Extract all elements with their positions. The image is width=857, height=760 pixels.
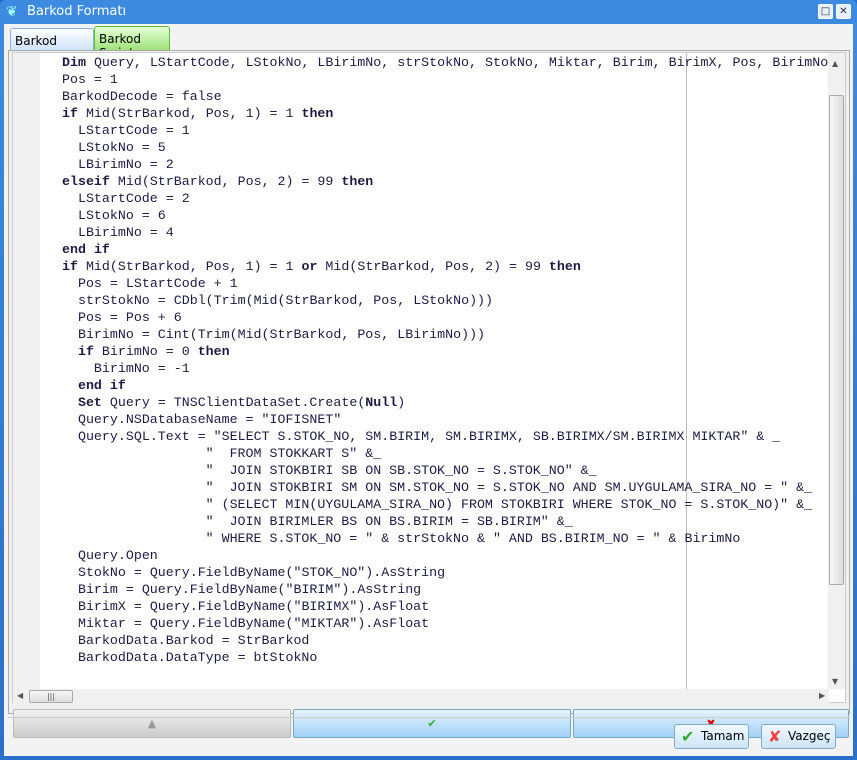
- tab-page: Dim Query, LStartCode, LStokNo, LBirimNo…: [8, 50, 850, 738]
- vertical-scrollbar[interactable]: ▲ ▼: [828, 53, 845, 689]
- close-button[interactable]: ✕: [836, 4, 851, 19]
- code-line: BarkodData.Barkod = StrBarkod: [77, 633, 310, 648]
- code-line: strStokNo = CDbl(Trim(Mid(StrBarkod, Pos…: [77, 293, 494, 308]
- code-line: Query.NSDatabaseName = "IOFISNET": [77, 412, 342, 427]
- code-line: Pos = 1: [62, 72, 118, 87]
- divider: [8, 717, 850, 718]
- code-line: BirimNo = -1: [93, 361, 190, 376]
- ok-label: Tamam: [701, 729, 745, 743]
- code-line: LBirimNo = 2: [77, 157, 174, 172]
- code-line: Pos = Pos + 6: [77, 310, 182, 325]
- horizontal-scrollbar[interactable]: ◀ ||| ▶: [13, 689, 829, 704]
- code-line: Birim = Query.FieldByName("BIRIM").AsStr…: [77, 582, 422, 597]
- dialog-window: ❦ Barkod Formatı □ ✕ Barkod Formatı Bark…: [0, 0, 857, 760]
- code-line: " WHERE S.STOK_NO = " & strStokNo & " AN…: [205, 531, 741, 546]
- code-line: end if: [77, 378, 126, 393]
- code-line: end if: [62, 242, 110, 257]
- dialog-body: Barkod Formatı Barkod Script Dim Query, …: [4, 24, 853, 756]
- code-line: if Mid(StrBarkod, Pos, 1) = 1 then: [62, 106, 334, 121]
- code-line: StokNo = Query.FieldByName("STOK_NO").As…: [77, 565, 446, 580]
- code-line: Pos = LStartCode + 1: [77, 276, 238, 291]
- butterfly-icon: ❦: [6, 4, 18, 20]
- code-line: LStokNo = 5: [77, 140, 166, 155]
- horizontal-scroll-thumb[interactable]: |||: [29, 690, 73, 703]
- scroll-left-icon[interactable]: ◀: [17, 691, 23, 700]
- code-line: LStartCode = 2: [77, 191, 190, 206]
- code-line: LStokNo = 6: [77, 208, 166, 223]
- code-line: " JOIN BIRIMLER BS ON BS.BIRIM = SB.BIRI…: [205, 514, 573, 529]
- maximize-button[interactable]: □: [818, 4, 833, 19]
- code-line: " FROM STOKKART S" &_: [205, 446, 382, 461]
- editor-gutter: [13, 53, 40, 689]
- code-line: Query.SQL.Text = "SELECT S.STOK_NO, SM.B…: [77, 429, 781, 444]
- scroll-right-icon[interactable]: ▶: [819, 691, 825, 700]
- tab-barkod-script[interactable]: Barkod Script: [94, 26, 170, 60]
- code-line: " JOIN STOKBIRI SB ON SB.STOK_NO = S.STO…: [205, 463, 597, 478]
- code-line: if BirimNo = 0 then: [77, 344, 230, 359]
- code-line: BarkodDecode = false: [62, 89, 222, 104]
- code-line: LStartCode = 1: [77, 123, 190, 138]
- title-bar: ❦ Barkod Formatı □ ✕: [0, 0, 857, 24]
- ok-button[interactable]: ✔ Tamam: [674, 724, 749, 749]
- navigator-post-button[interactable]: ✔: [293, 709, 571, 738]
- code-line: if Mid(StrBarkod, Pos, 1) = 1 or Mid(Str…: [62, 259, 581, 274]
- code-line: Dim Query, LStartCode, LStokNo, LBirimNo…: [62, 55, 829, 70]
- script-editor[interactable]: Dim Query, LStartCode, LStokNo, LBirimNo…: [12, 52, 846, 704]
- vertical-scroll-thumb[interactable]: [829, 95, 844, 585]
- scroll-down-icon[interactable]: ▼: [832, 677, 838, 686]
- code-line: " (SELECT MIN(UYGULAMA_SIRA_NO) FROM STO…: [205, 497, 813, 512]
- code-line: elseif Mid(StrBarkod, Pos, 2) = 99 then: [62, 174, 374, 189]
- cancel-button[interactable]: ✘ Vazgeç: [761, 724, 836, 749]
- navigator-prior-button[interactable]: ▲: [13, 709, 291, 738]
- scroll-up-icon[interactable]: ▲: [832, 59, 838, 68]
- code-line: Query.Open: [77, 548, 158, 563]
- code-line: Set Query = TNSClientDataSet.Create(Null…: [77, 395, 406, 410]
- window-title: Barkod Formatı: [27, 4, 127, 19]
- code-line: BirimX = Query.FieldByName("BIRIMX").AsF…: [77, 599, 430, 614]
- code-line: BarkodData.DataType = btStokNo: [77, 650, 318, 665]
- x-icon: ✘: [768, 727, 782, 746]
- code-line: Miktar = Query.FieldByName("MIKTAR").AsF…: [77, 616, 430, 631]
- tab-barkod-formati[interactable]: Barkod Formatı: [10, 28, 94, 62]
- code-line: LBirimNo = 4: [77, 225, 174, 240]
- check-icon: ✔: [681, 727, 695, 746]
- code-text[interactable]: Dim Query, LStartCode, LStokNo, LBirimNo…: [62, 54, 828, 666]
- code-line: BirimNo = Cint(Trim(Mid(StrBarkod, Pos, …: [77, 327, 486, 342]
- code-line: " JOIN STOKBIRI SM ON SM.STOK_NO = S.STO…: [205, 480, 813, 495]
- cancel-label: Vazgeç: [788, 729, 831, 743]
